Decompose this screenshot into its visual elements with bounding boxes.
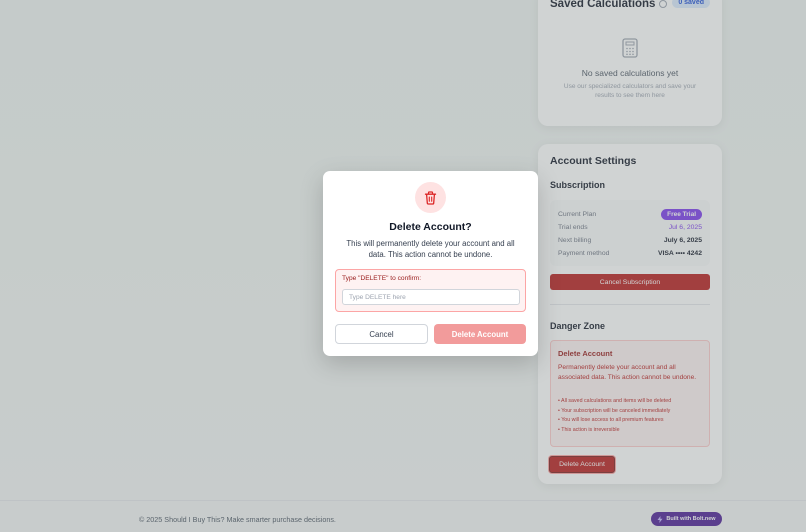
- confirm-delete-input[interactable]: [342, 289, 520, 305]
- cancel-button[interactable]: Cancel: [335, 324, 428, 344]
- trash-icon-badge: [415, 182, 446, 213]
- dialog-description: This will permanently delete your accoun…: [346, 239, 515, 260]
- delete-account-dialog: Delete Account? This will permanently de…: [323, 171, 538, 356]
- confirm-delete-label: Type "DELETE" to confirm:: [342, 275, 422, 282]
- confirm-delete-section: Type "DELETE" to confirm:: [335, 269, 526, 312]
- dialog-title: Delete Account?: [389, 221, 472, 233]
- trash-icon: [424, 190, 437, 205]
- confirm-delete-account-button[interactable]: Delete Account: [434, 324, 526, 344]
